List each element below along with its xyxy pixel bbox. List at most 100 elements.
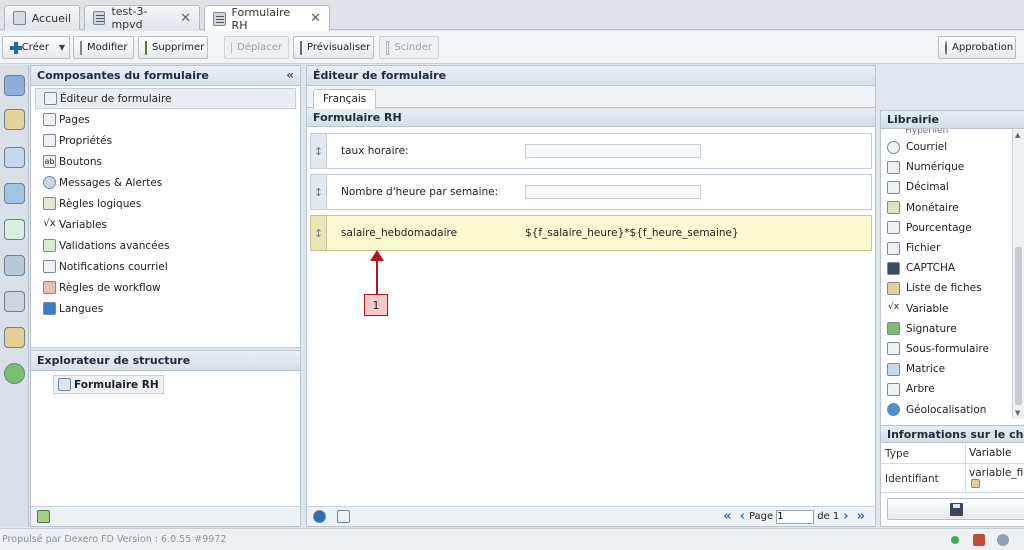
pager: « ‹ Page de 1 › » xyxy=(719,509,869,524)
export-icon[interactable] xyxy=(337,510,350,523)
component-item-languages[interactable]: Langues xyxy=(35,298,296,319)
library-item-fichier[interactable]: Fichier xyxy=(881,238,1012,258)
chart-module-icon[interactable] xyxy=(4,219,25,240)
create-dropdown-button[interactable]: ▼ xyxy=(55,36,70,59)
sqrt-x-icon: √x xyxy=(887,302,900,313)
preview-icon xyxy=(300,40,302,55)
library-item-pourcentage[interactable]: Pourcentage xyxy=(881,218,1012,238)
tab-formulaire-rh[interactable]: Formulaire RH ✕ xyxy=(204,5,330,32)
form-editor-panel: Éditeur de formulaire Français Formulair… xyxy=(306,65,876,527)
first-page-icon[interactable]: « xyxy=(723,509,731,524)
collapse-icon[interactable]: « xyxy=(286,68,294,82)
components-panel-header: Composantes du formulaire « xyxy=(31,66,300,86)
library-item-decimal[interactable]: Décimal xyxy=(881,177,1012,197)
settings-module-icon[interactable] xyxy=(4,327,25,348)
move-icon xyxy=(231,40,233,55)
earth-module-icon[interactable] xyxy=(4,363,25,384)
component-item-workflow-rules[interactable]: Règles de workflow xyxy=(35,277,296,298)
library-header: Librairie xyxy=(881,111,1024,129)
scroll-down-icon[interactable]: ▼ xyxy=(1015,409,1020,417)
prev-page-icon[interactable]: ‹ xyxy=(740,509,745,524)
tools-module-icon[interactable] xyxy=(4,291,25,312)
tree-node-form-root[interactable]: Formulaire RH xyxy=(53,375,164,394)
library-item-sous-formulaire[interactable]: Sous-formulaire xyxy=(881,339,1012,359)
form-icon xyxy=(213,11,226,26)
field-nombre-heure[interactable]: ↕ Nombre d'heure par semaine: xyxy=(310,174,872,210)
info-key: Type xyxy=(885,448,910,460)
components-panel: Composantes du formulaire « Éditeur de f… xyxy=(30,65,301,527)
delete-button[interactable]: Supprimer xyxy=(138,36,208,59)
close-icon[interactable]: ✕ xyxy=(310,11,321,26)
field-salaire-hebdomadaire[interactable]: ↕ salaire_hebdomadaire ${f_salaire_heure… xyxy=(310,215,872,251)
network-module-icon[interactable] xyxy=(4,255,25,276)
component-item-form-editor[interactable]: Éditeur de formulaire xyxy=(35,88,296,109)
scroll-up-icon[interactable]: ▲ xyxy=(1015,131,1020,139)
library-item-matrice[interactable]: Matrice xyxy=(881,359,1012,379)
component-item-buttons[interactable]: ab Boutons xyxy=(35,151,296,172)
copy-icon[interactable] xyxy=(971,479,980,488)
library-item-courriel[interactable]: Courriel xyxy=(881,137,1012,157)
tab-test-3-mpvd[interactable]: test-3-mpvd ✕ xyxy=(84,5,200,31)
money-icon xyxy=(887,201,900,215)
split-button[interactable]: Scinder xyxy=(379,36,439,59)
tab-francais[interactable]: Français xyxy=(313,89,377,109)
save-button[interactable] xyxy=(887,498,1024,520)
component-item-logic-rules[interactable]: Règles logiques xyxy=(35,193,296,214)
library-panel: Librairie Hyperlien Courriel Numérique D… xyxy=(880,110,1024,527)
move-button[interactable]: Déplacer xyxy=(224,36,289,59)
component-item-advanced-validations[interactable]: Validations avancées xyxy=(35,235,296,256)
components-list: Éditeur de formulaire Pages Propriétés a… xyxy=(31,86,300,321)
library-scrollbar[interactable]: ▲ ▼ xyxy=(1012,129,1024,419)
field-taux-horaire[interactable]: ↕ taux horaire: xyxy=(310,133,872,169)
drag-handle-icon[interactable]: ↕ xyxy=(311,175,327,209)
drag-handle-icon[interactable]: ↕ xyxy=(311,134,327,168)
explorer-title: Explorateur de structure xyxy=(37,354,191,367)
settings-icon[interactable] xyxy=(997,534,1009,546)
component-item-pages[interactable]: Pages xyxy=(35,109,296,130)
library-item-numerique[interactable]: Numérique xyxy=(881,157,1012,177)
users-module-icon[interactable] xyxy=(4,75,25,96)
home-icon xyxy=(13,11,26,25)
preview-button[interactable]: Prévisualiser xyxy=(293,36,374,59)
last-page-icon[interactable]: » xyxy=(857,509,865,524)
create-label: Créer xyxy=(21,42,49,53)
form-module-icon[interactable] xyxy=(4,147,25,168)
tab-accueil[interactable]: Accueil xyxy=(4,5,80,30)
page-input[interactable] xyxy=(776,509,815,524)
info-value: variable_fie xyxy=(969,467,1024,479)
library-item-variable[interactable]: √x Variable xyxy=(881,299,1012,319)
library-item-geolocalisation[interactable]: Géolocalisation xyxy=(881,399,1012,419)
component-item-email-notifications[interactable]: Notifications courriel xyxy=(35,256,296,277)
approval-button[interactable]: Approbation xyxy=(938,36,1016,59)
globe-module-icon[interactable] xyxy=(4,183,25,204)
properties-icon xyxy=(43,134,56,147)
matrix-icon xyxy=(887,362,900,376)
drag-handle-icon[interactable]: ↕ xyxy=(311,216,327,250)
next-page-icon[interactable]: › xyxy=(843,509,848,524)
toolbar: Créer ▼ Modifier Supprimer Déplacer Prév… xyxy=(0,31,1024,64)
field-info-title: Informations sur le champ xyxy=(887,428,1024,441)
create-button[interactable]: Créer xyxy=(2,36,56,59)
library-item-signature[interactable]: Signature xyxy=(881,319,1012,339)
trash-icon[interactable] xyxy=(37,510,50,523)
library-item-label: Matrice xyxy=(906,363,946,376)
geolocation-icon xyxy=(887,403,900,417)
flag-icon xyxy=(43,302,56,315)
eraser-module-icon[interactable] xyxy=(4,109,25,130)
component-item-messages[interactable]: Messages & Alertes xyxy=(35,172,296,193)
pencil-icon xyxy=(80,40,82,55)
library-item-captcha[interactable]: CAPTCHA xyxy=(881,258,1012,278)
library-item-monetaire[interactable]: Monétaire xyxy=(881,198,1012,218)
tree-icon xyxy=(887,382,900,396)
scrollbar-thumb[interactable] xyxy=(1015,247,1022,405)
info-row-type: Type Variable xyxy=(881,444,1024,464)
library-item-liste-de-fiches[interactable]: Liste de fiches xyxy=(881,278,1012,298)
close-icon[interactable]: ✕ xyxy=(180,11,191,26)
field-input-preview xyxy=(525,144,701,158)
library-item-arbre[interactable]: Arbre xyxy=(881,379,1012,399)
component-item-properties[interactable]: Propriétés xyxy=(35,130,296,151)
modify-button[interactable]: Modifier xyxy=(73,36,134,59)
component-item-variables[interactable]: √x Variables xyxy=(35,214,296,235)
package-icon[interactable] xyxy=(973,534,985,546)
network-icon[interactable] xyxy=(313,510,326,523)
